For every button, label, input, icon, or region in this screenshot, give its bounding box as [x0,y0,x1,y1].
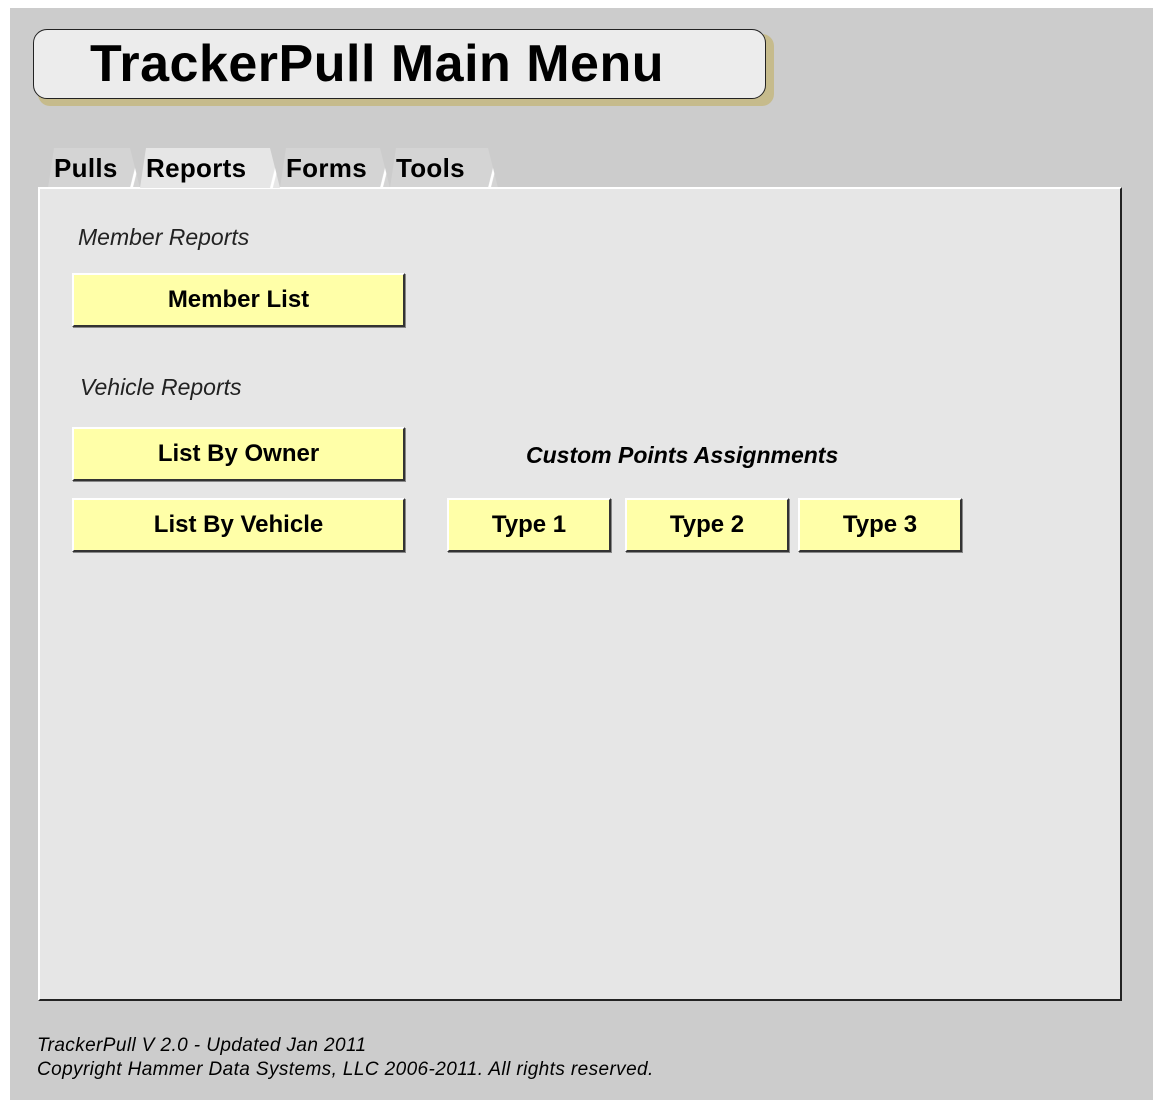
tab-tools[interactable]: Tools [390,148,498,188]
page-title: TrackerPull Main Menu [90,35,664,93]
title-banner: TrackerPull Main Menu [33,29,766,99]
type-3-button[interactable]: Type 3 [798,498,962,552]
member-reports-heading: Member Reports [78,224,250,250]
version-text: TrackerPull V 2.0 - Updated Jan 2011 [37,1035,367,1056]
member-list-button[interactable]: Member List [72,273,405,327]
type-1-button[interactable]: Type 1 [447,498,611,552]
list-by-owner-button[interactable]: List By Owner [72,427,405,481]
custom-points-heading: Custom Points Assignments [526,442,839,468]
tab-pulls[interactable]: Pulls [48,148,140,188]
list-by-vehicle-button[interactable]: List By Vehicle [72,498,405,552]
type-2-button[interactable]: Type 2 [625,498,789,552]
copyright-text: Copyright Hammer Data Systems, LLC 2006-… [37,1059,654,1080]
tab-forms[interactable]: Forms [280,148,390,188]
tab-reports[interactable]: Reports [140,148,280,188]
vehicle-reports-heading: Vehicle Reports [80,374,242,400]
